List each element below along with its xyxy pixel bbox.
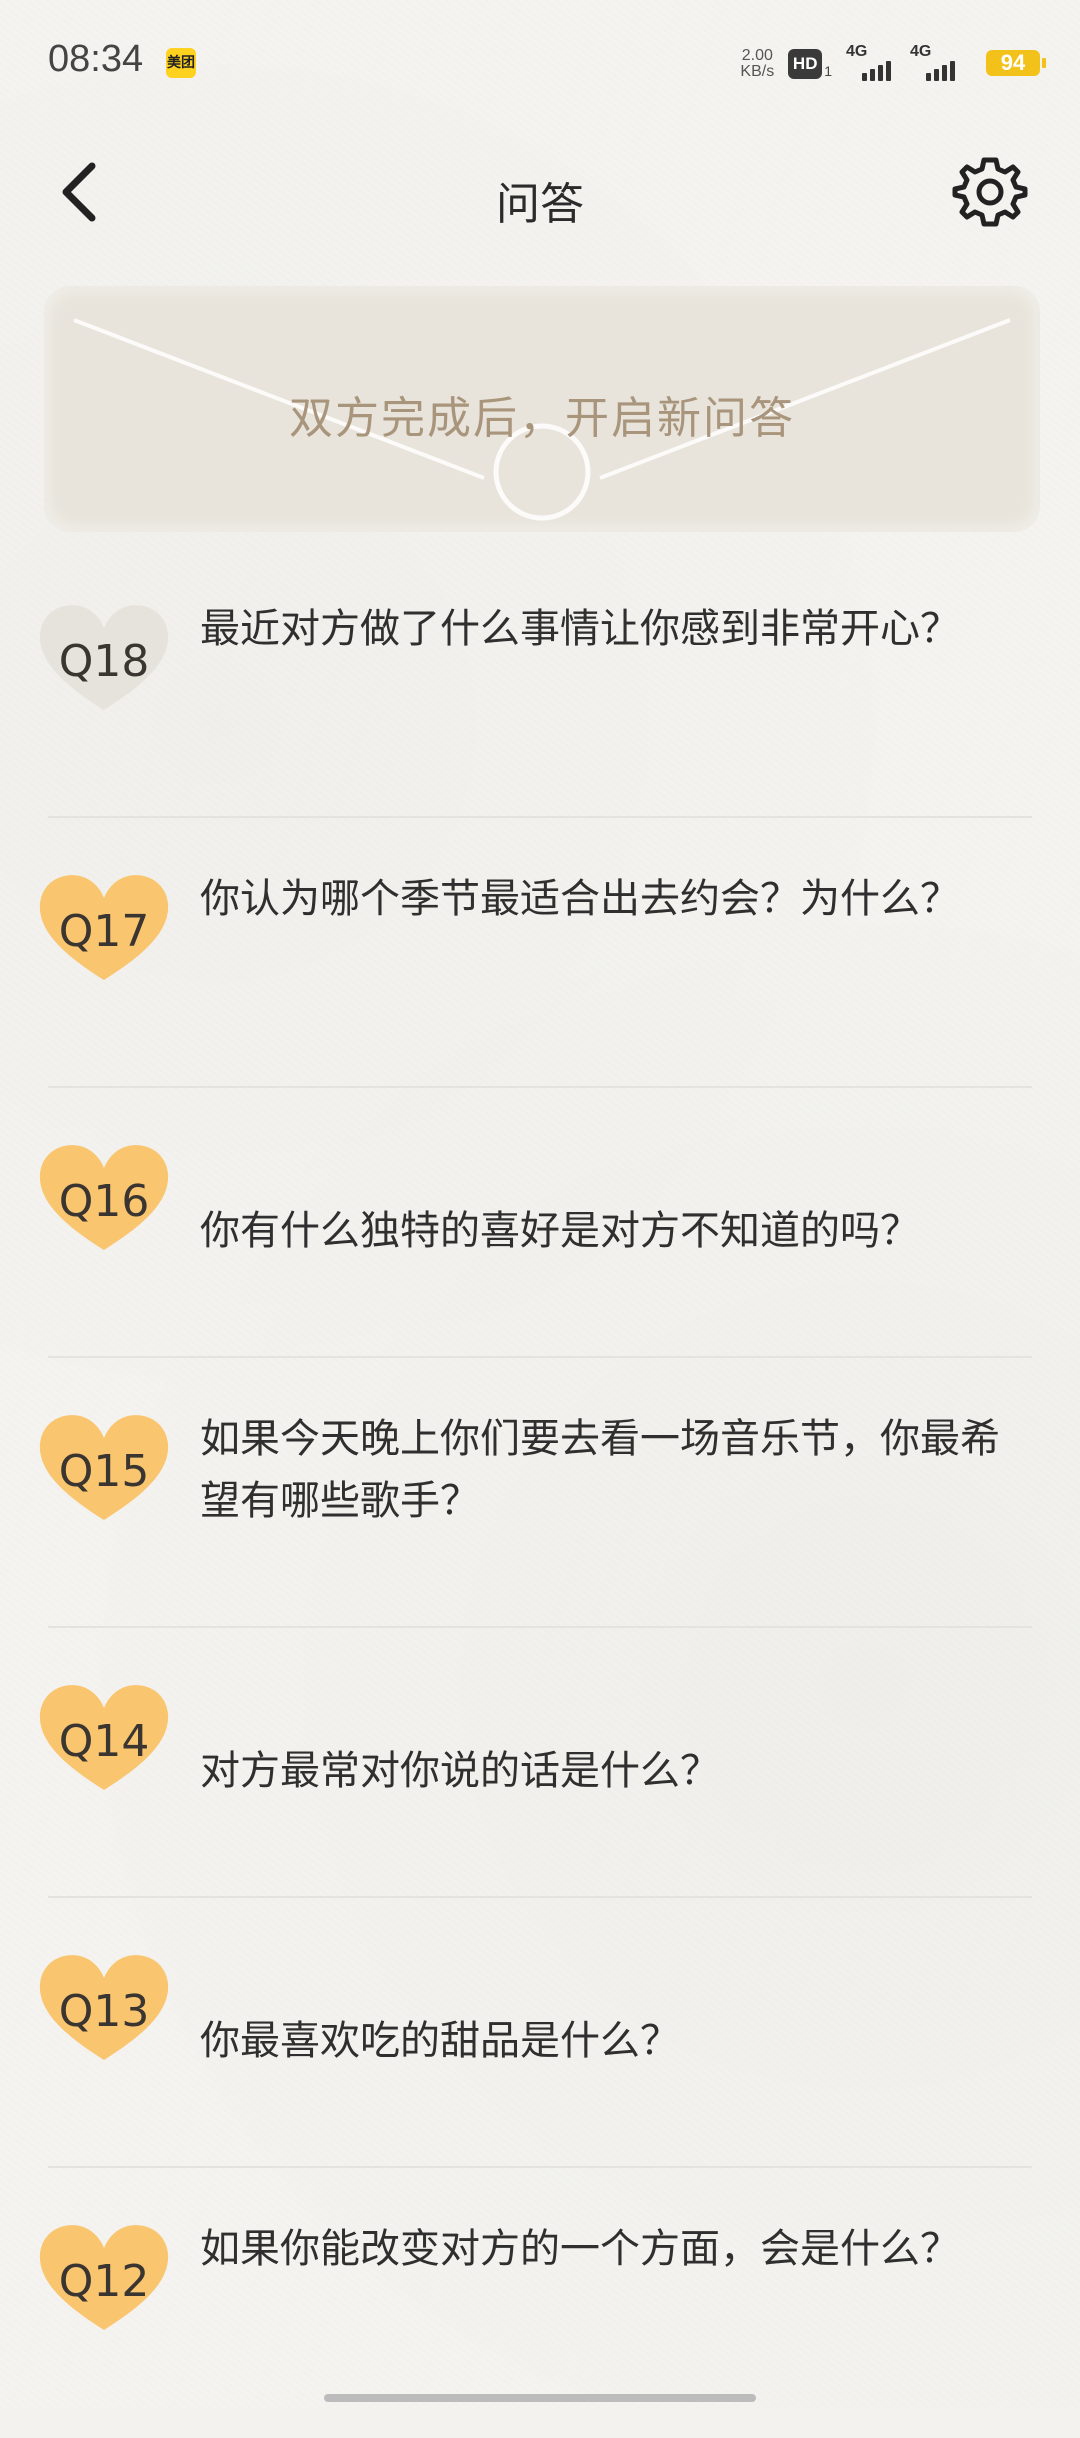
- question-text: 你最喜欢吃的甜品是什么？: [200, 2018, 680, 2064]
- network-speed: 2.00 KB/s: [740, 48, 774, 80]
- hd-indicator: HD 1: [788, 49, 832, 79]
- question-badge: Q12: [36, 2220, 172, 2336]
- question-text: 最近对方做了什么事情让你感到非常开心？: [200, 606, 960, 652]
- network-speed-unit: KB/s: [740, 63, 775, 80]
- question-item[interactable]: Q17 你认为哪个季节最适合出去约会？为什么？: [0, 818, 1080, 1088]
- question-number: Q18: [58, 636, 150, 687]
- signal-sim1-icon: 4G: [846, 43, 896, 81]
- network-speed-value: 2.00: [741, 47, 773, 64]
- nav-bar: 问答: [0, 140, 1080, 250]
- hd-voice-icon: HD: [788, 49, 823, 79]
- meituan-notification-icon: 美团: [166, 48, 196, 78]
- question-item[interactable]: Q16 你有什么独特的喜好是对方不知道的吗？: [0, 1088, 1080, 1358]
- question-list: Q18 最近对方做了什么事情让你感到非常开心？ Q17 你认为哪个季节最适合出去…: [0, 548, 1080, 2438]
- question-text: 如果你能改变对方的一个方面，会是什么？: [200, 2226, 960, 2272]
- question-item[interactable]: Q18 最近对方做了什么事情让你感到非常开心？: [0, 548, 1080, 818]
- question-badge: Q13: [36, 1950, 172, 2066]
- question-item[interactable]: Q13 你最喜欢吃的甜品是什么？: [0, 1898, 1080, 2168]
- question-number: Q17: [58, 906, 150, 957]
- signal-sim2-icon: 4G: [910, 43, 960, 81]
- network-type-label: 4G: [910, 43, 932, 60]
- settings-button[interactable]: [948, 150, 1032, 234]
- question-badge: Q17: [36, 870, 172, 986]
- gear-icon: [952, 157, 1028, 227]
- question-number: Q13: [58, 1986, 150, 2037]
- question-badge: Q15: [36, 1410, 172, 1526]
- question-text: 你认为哪个季节最适合出去约会？为什么？: [200, 876, 960, 922]
- hd-sub-label: 1: [824, 63, 832, 79]
- banner-text: 双方完成后，开启新问答: [289, 393, 795, 444]
- question-badge: Q16: [36, 1140, 172, 1256]
- question-badge: Q14: [36, 1680, 172, 1796]
- network-type-label: 4G: [846, 43, 868, 60]
- battery-icon: 94: [986, 50, 1046, 76]
- new-qa-banner: 双方完成后，开启新问答: [44, 286, 1040, 532]
- question-item[interactable]: Q14 对方最常对你说的话是什么？: [0, 1628, 1080, 1898]
- status-time: 08:34: [48, 38, 144, 80]
- question-item[interactable]: Q15 如果今天晚上你们要去看一场音乐节，你最希望有哪些歌手？: [0, 1358, 1080, 1628]
- status-bar: 08:34 美团 2.00 KB/s HD 1 4G 4G 94: [0, 0, 1080, 120]
- home-indicator[interactable]: [324, 2394, 756, 2402]
- question-number: Q16: [58, 1176, 150, 1227]
- question-text: 你有什么独特的喜好是对方不知道的吗？: [200, 1208, 920, 1254]
- question-number: Q14: [58, 1716, 150, 1767]
- question-number: Q15: [58, 1446, 150, 1497]
- status-indicators: 2.00 KB/s HD 1 4G 4G: [740, 43, 960, 84]
- question-number: Q12: [58, 2256, 150, 2307]
- question-badge: Q18: [36, 600, 172, 716]
- question-text: 如果今天晚上你们要去看一场音乐节，你最希望有哪些歌手？: [200, 1416, 1000, 1524]
- page-title: 问答: [496, 179, 584, 230]
- question-text: 对方最常对你说的话是什么？: [200, 1748, 720, 1794]
